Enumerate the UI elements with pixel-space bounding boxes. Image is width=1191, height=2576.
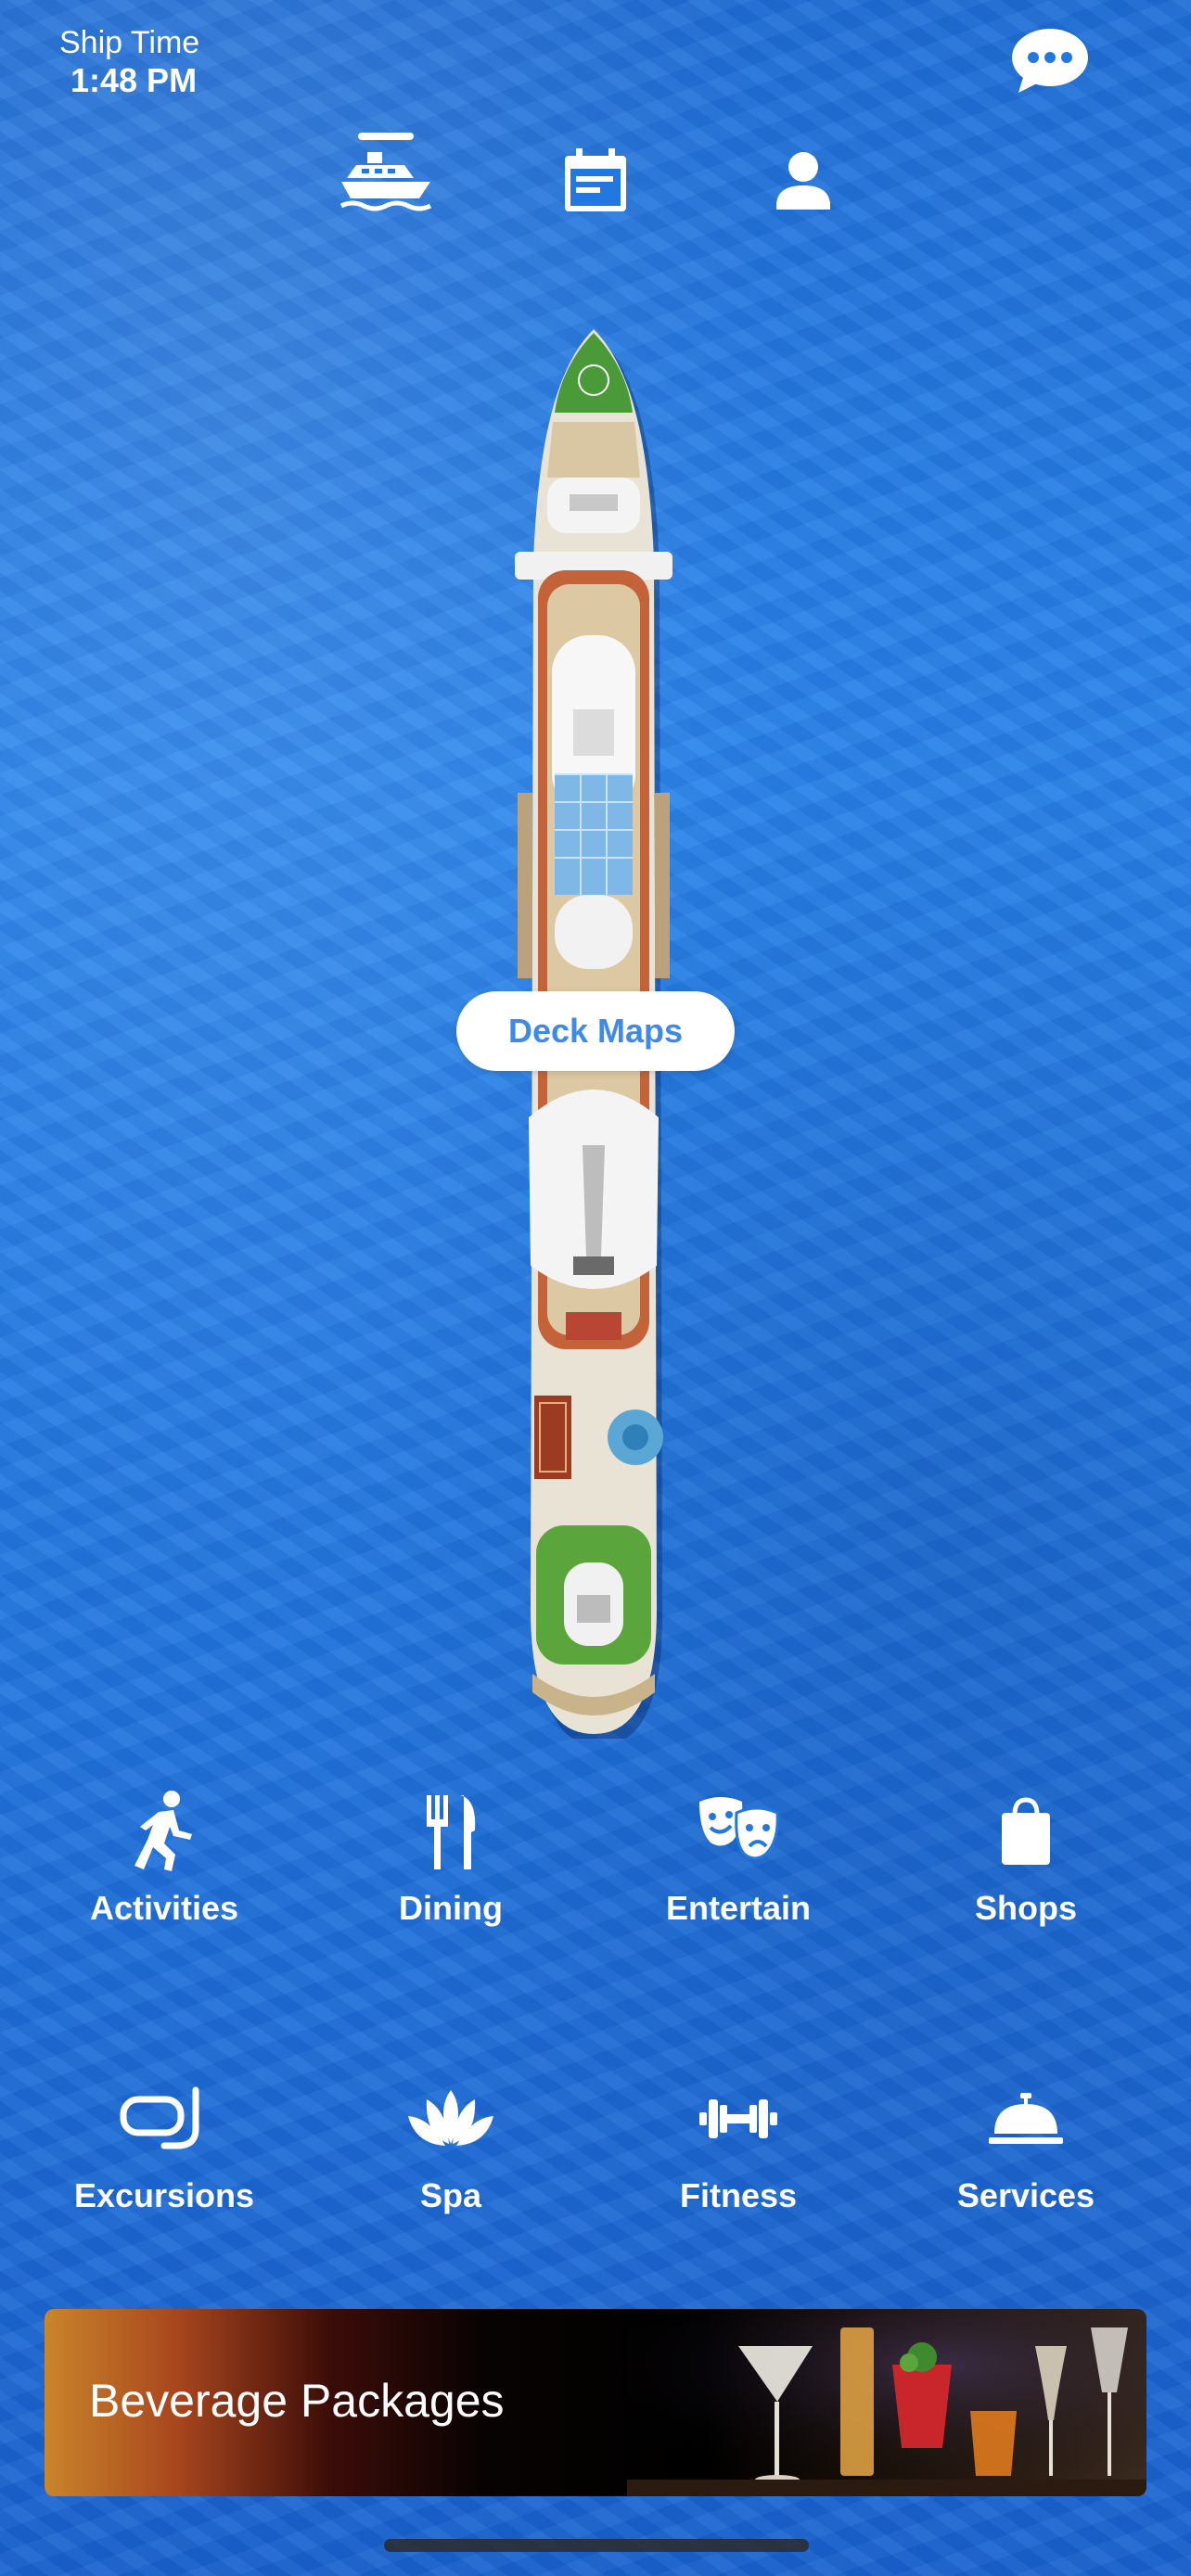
shopping-bag-icon	[1002, 1797, 1050, 1865]
category-label: Activities	[89, 1889, 239, 1927]
category-excursions[interactable]: Excursions	[53, 2072, 275, 2215]
tab-profile[interactable]	[748, 130, 859, 232]
category-label: Fitness	[679, 2176, 798, 2214]
home-indicator[interactable]	[384, 2539, 809, 2552]
ship-time: Ship Time 1:48 PM	[59, 24, 199, 100]
category-label: Shops	[974, 1889, 1077, 1927]
ship-icon	[339, 152, 432, 211]
beverage-packages-label: Beverage Packages	[89, 2375, 505, 2427]
beverage-packages-banner[interactable]: Beverage Packages	[45, 2309, 1146, 2496]
category-spa[interactable]: Spa	[339, 2072, 562, 2215]
chat-icon	[1012, 29, 1088, 93]
snorkel-mask-icon	[120, 2086, 199, 2149]
ship-time-value: 1:48 PM	[70, 61, 198, 99]
tab-calendar[interactable]	[540, 130, 651, 232]
dumbbell-icon	[699, 2099, 777, 2138]
dining-icon	[427, 1795, 476, 1869]
category-activities[interactable]: Activities	[53, 1785, 275, 1928]
category-label: Excursions	[73, 2176, 255, 2214]
chat-button[interactable]	[1011, 28, 1089, 95]
lotus-icon	[408, 2090, 493, 2146]
category-shops[interactable]: Shops	[915, 1785, 1137, 1928]
cocktail-image	[627, 2309, 1146, 2496]
category-dining[interactable]: Dining	[339, 1785, 562, 1928]
category-services[interactable]: Services	[915, 2072, 1137, 2215]
category-label: Spa	[419, 2176, 482, 2214]
category-label: Services	[956, 2176, 1095, 2214]
profile-icon	[776, 152, 830, 210]
category-fitness[interactable]: Fitness	[627, 2072, 850, 2215]
category-label: Entertain	[665, 1889, 812, 1927]
calendar-icon	[565, 148, 626, 211]
category-entertain[interactable]: Entertain	[627, 1785, 850, 1928]
activities-icon	[134, 1791, 192, 1871]
tab-ship[interactable]	[330, 130, 442, 232]
entertainment-icon	[699, 1797, 779, 1860]
deck-maps-button[interactable]: Deck Maps	[456, 991, 735, 1071]
category-label: Dining	[399, 1889, 503, 1927]
ship-time-label: Ship Time	[59, 25, 200, 60]
service-bell-icon	[989, 2093, 1063, 2144]
